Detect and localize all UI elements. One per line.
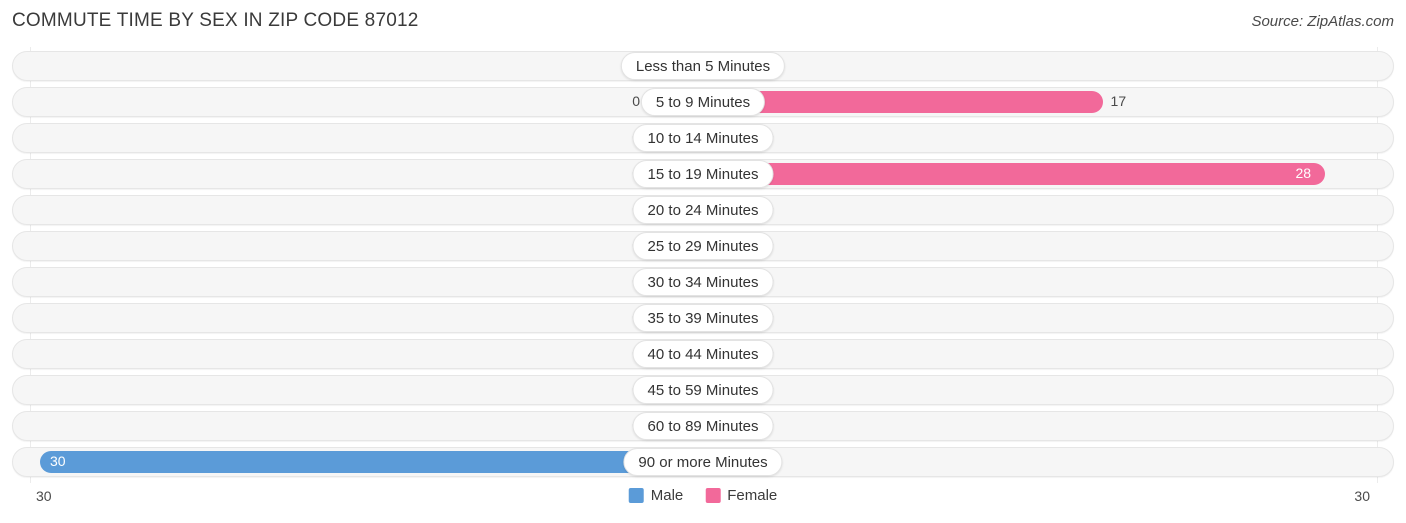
category-label-pill: 45 to 59 Minutes [632, 376, 774, 404]
chart-row: 0035 to 39 Minutes [12, 303, 1394, 333]
bar-value-male: 30 [50, 453, 66, 469]
category-label-pill: 15 to 19 Minutes [632, 160, 774, 188]
legend-label: Female [727, 487, 778, 504]
source-attribution: Source: ZipAtlas.com [1251, 13, 1394, 30]
axis-left-max-label: 30 [36, 488, 52, 504]
legend-label: Male [650, 487, 684, 504]
bar-female [703, 163, 1326, 185]
axis-right-max-label: 30 [1354, 488, 1370, 504]
chart-row: 0010 to 14 Minutes [12, 123, 1394, 153]
page-title: COMMUTE TIME BY SEX IN ZIP CODE 87012 [12, 10, 419, 31]
category-label-pill: 40 to 44 Minutes [632, 340, 774, 368]
category-label-pill: 60 to 89 Minutes [632, 412, 774, 440]
category-label-pill: 10 to 14 Minutes [632, 124, 774, 152]
chart-row: 0025 to 29 Minutes [12, 231, 1394, 261]
bar-value-female: 17 [1110, 93, 1127, 109]
category-label-pill: 5 to 9 Minutes [640, 88, 766, 116]
bar-value-female: 28 [1295, 165, 1312, 181]
chart-row: 02815 to 19 Minutes [12, 159, 1394, 189]
category-label-pill: 20 to 24 Minutes [632, 196, 774, 224]
chart-row: 0030 to 34 Minutes [12, 267, 1394, 297]
category-label-pill: Less than 5 Minutes [620, 52, 786, 80]
chart-row: 0040 to 44 Minutes [12, 339, 1394, 369]
category-label-pill: 25 to 29 Minutes [632, 232, 774, 260]
legend-swatch-male [628, 488, 644, 503]
chart-footer: 30 Male Female 30 [0, 485, 1406, 517]
chart-legend: Male Female [628, 487, 777, 504]
bar-male [40, 451, 703, 473]
category-label-pill: 90 or more Minutes [623, 448, 783, 476]
legend-swatch-female [705, 488, 721, 503]
chart-row: 0045 to 59 Minutes [12, 375, 1394, 405]
bar-value-male: 0 [632, 93, 640, 109]
category-label-pill: 30 to 34 Minutes [632, 268, 774, 296]
chart-header: COMMUTE TIME BY SEX IN ZIP CODE 87012 So… [0, 0, 1406, 44]
category-label-pill: 35 to 39 Minutes [632, 304, 774, 332]
chart-row: 00Less than 5 Minutes [12, 51, 1394, 81]
chart-row: 0 17 5 to 9 Minutes [12, 87, 1394, 117]
legend-item-female[interactable]: Female [705, 487, 777, 504]
legend-item-male[interactable]: Male [628, 487, 684, 504]
chart-row: 0060 to 89 Minutes [12, 411, 1394, 441]
chart-plot-area: 00Less than 5 Minutes 0 17 5 to 9 Minutes 00… [0, 47, 1406, 483]
chart-row: 30090 or more Minutes [12, 447, 1394, 477]
chart-row: 0020 to 24 Minutes [12, 195, 1394, 225]
